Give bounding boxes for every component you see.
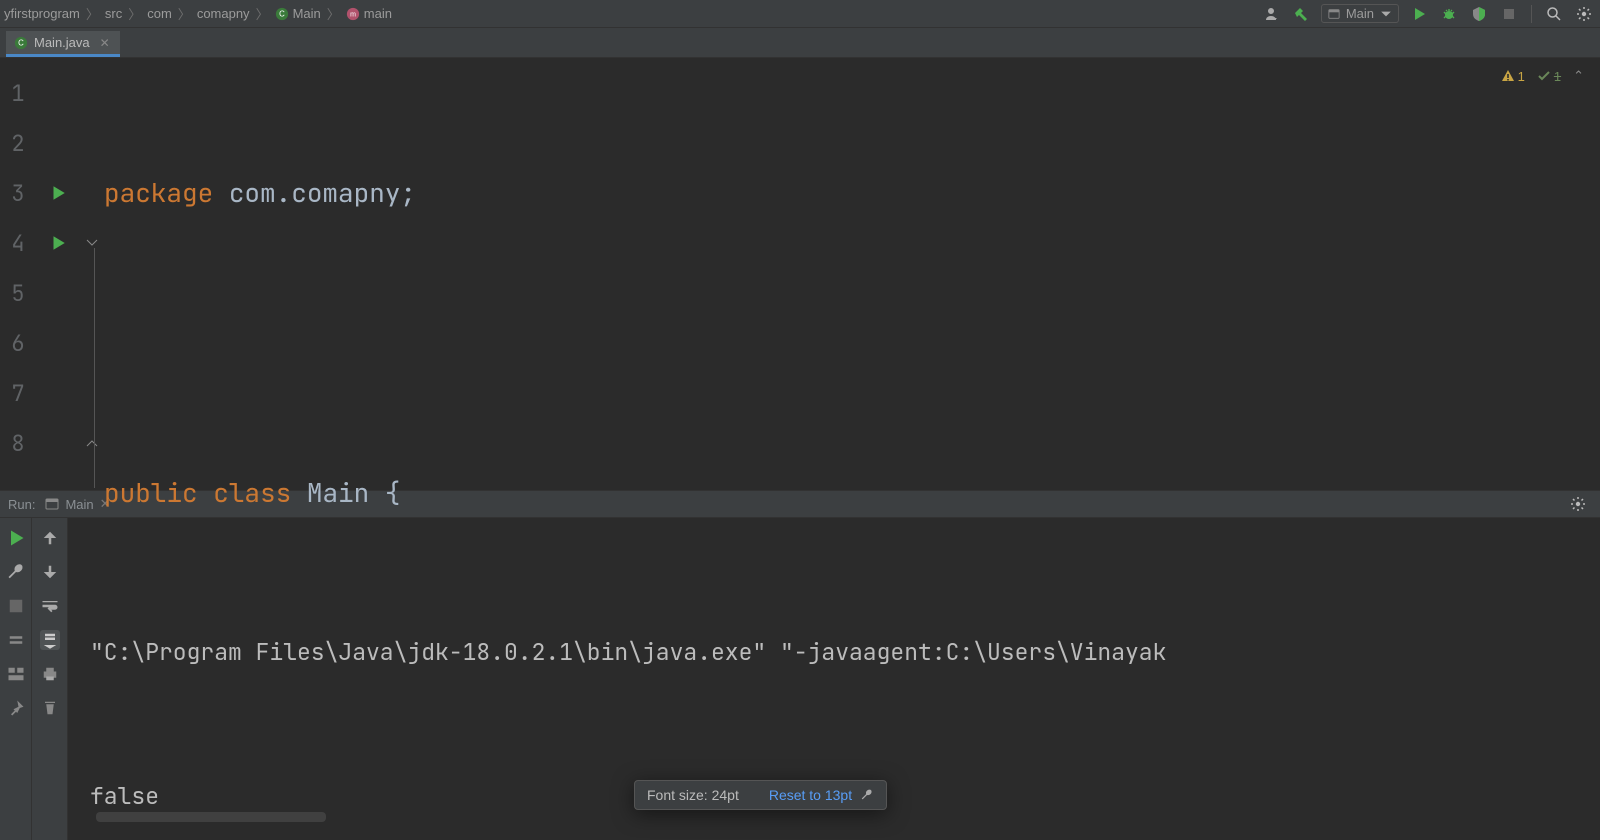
debug-bug-icon[interactable] [1439,4,1459,24]
code-text-area[interactable]: package com.comapny; public class Main {… [104,58,1600,490]
dump-threads-icon[interactable] [6,630,26,650]
file-tab-label: Main.java [34,35,90,50]
wrench-icon[interactable] [6,562,26,582]
coverage-icon[interactable] [1469,4,1489,24]
breadcrumb-item[interactable]: src [103,6,124,21]
run-tool-window-body: "C:\Program Files\Java\jdk-18.0.2.1\bin\… [0,518,1600,840]
run-config-label: Main [1346,6,1374,21]
method-icon: m [346,7,360,21]
gutter-run-icons [36,58,80,490]
gear-icon[interactable] [1574,4,1594,24]
toolbar-divider [1531,5,1532,23]
toolbar-actions: Main [1261,4,1594,24]
code-editor[interactable]: 1 2 3 4 5 6 7 8 package com.comapny; pub… [0,58,1600,490]
editor-inspection-status[interactable]: 1 1 ⌃ [1501,68,1584,84]
run-toolbar-primary [0,518,32,840]
run-play-icon[interactable] [1409,4,1429,24]
chevron-right-icon: 〉 [325,4,342,23]
application-icon [45,497,59,511]
chevron-right-icon: 〉 [126,4,143,23]
scroll-to-end-icon[interactable] [40,630,60,650]
fold-handle-icon[interactable] [80,418,104,468]
chevron-down-icon [1380,8,1392,20]
run-panel-title: Run: [8,497,35,512]
console-line: "C:\Program Files\Java\jdk-18.0.2.1\bin\… [90,628,1600,676]
breadcrumb-item[interactable]: yfirstprogram [2,6,82,21]
font-size-popup: Font size: 24pt Reset to 13pt [634,780,887,810]
soft-wrap-icon[interactable] [40,596,60,616]
layout-icon[interactable] [6,664,26,684]
search-icon[interactable] [1544,4,1564,24]
class-icon: C [14,36,28,50]
svg-text:C: C [279,9,285,18]
chevron-right-icon: 〉 [84,4,101,23]
rerun-play-icon[interactable] [6,528,26,548]
breadcrumb-item[interactable]: C Main [273,6,323,21]
reset-font-link[interactable]: Reset to 13pt [769,787,874,803]
hammer-build-icon[interactable] [1291,4,1311,24]
breadcrumb-item[interactable]: com [145,6,174,21]
close-icon[interactable]: ✕ [100,36,110,50]
wrench-icon [860,788,874,802]
run-toolbar-secondary [32,518,68,840]
chevron-up-icon[interactable]: ⌃ [1573,68,1584,84]
font-size-label: Font size: 24pt [647,787,739,803]
arrow-down-icon[interactable] [40,562,60,582]
chevron-right-icon: 〉 [176,4,193,23]
stop-icon[interactable] [6,596,26,616]
svg-text:C: C [18,38,24,47]
run-tab[interactable]: Main ✕ [45,496,110,512]
pin-icon[interactable] [6,698,26,718]
run-gutter-icon[interactable] [36,168,80,218]
breadcrumb-item[interactable]: m main [344,6,394,21]
line-number-gutter: 1 2 3 4 5 6 7 8 [0,58,36,490]
warning-icon [1501,69,1515,83]
editor-tab-bar: C Main.java ✕ [0,28,1600,58]
stop-icon[interactable] [1499,4,1519,24]
arrow-up-icon[interactable] [40,528,60,548]
trash-icon[interactable] [40,698,60,718]
breadcrumb: yfirstprogram 〉 src 〉 com 〉 comapny 〉 C … [0,4,394,23]
horizontal-scrollbar[interactable] [96,812,326,822]
user-icon[interactable] [1261,4,1281,24]
class-icon: C [275,7,289,21]
breadcrumb-item[interactable]: comapny [195,6,252,21]
run-config-selector[interactable]: Main [1321,4,1399,23]
print-icon[interactable] [40,664,60,684]
file-tab-main-java[interactable]: C Main.java ✕ [6,31,120,57]
run-gutter-icon[interactable] [36,218,80,268]
chevron-right-icon: 〉 [254,4,271,23]
top-navigation-bar: yfirstprogram 〉 src 〉 com 〉 comapny 〉 C … [0,0,1600,28]
application-icon [1328,8,1340,20]
fold-handle-icon[interactable] [80,218,104,268]
svg-text:m: m [350,11,356,18]
fold-gutter [80,58,104,490]
typo-check-icon [1537,69,1551,83]
